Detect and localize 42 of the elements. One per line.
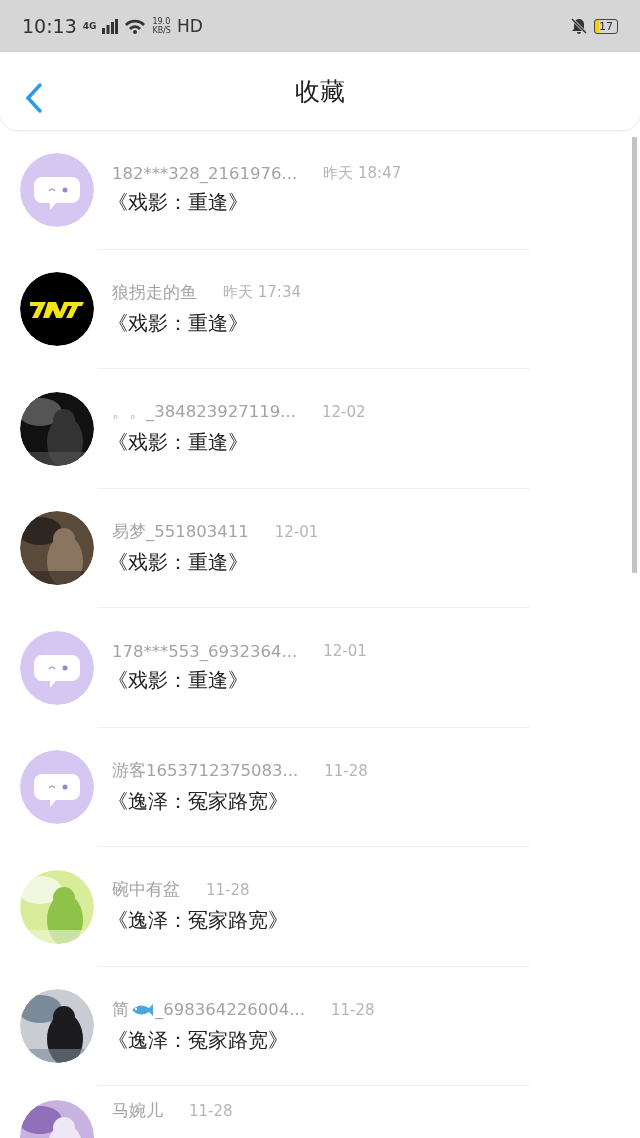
speed-value: 19.0 bbox=[152, 17, 171, 26]
user-name: 易梦_551803411 bbox=[112, 520, 249, 543]
logo-avatar-icon bbox=[20, 272, 94, 347]
avatar-icon bbox=[20, 630, 94, 705]
clock: 10:13 bbox=[22, 15, 77, 37]
user-name: 马婉儿 bbox=[112, 1100, 163, 1122]
timestamp: 12-02 bbox=[321, 403, 366, 422]
favorite-title[interactable]: 《戏影：重逢》 bbox=[108, 309, 301, 337]
avatar-icon bbox=[20, 152, 94, 227]
user-name: 。。_384823927119... bbox=[112, 401, 296, 424]
timestamp: 11-28 bbox=[330, 1000, 375, 1019]
user-name: 狼拐走的鱼 bbox=[112, 281, 197, 304]
speed-unit: KB/S bbox=[152, 26, 171, 35]
favorite-title[interactable]: 《逸泽：冤家路宽》 bbox=[108, 787, 368, 815]
timestamp: 11-28 bbox=[324, 761, 368, 780]
page-title: 收藏 bbox=[295, 75, 345, 108]
timestamp: 12-01 bbox=[323, 642, 367, 661]
user-name: 游客1653712375083... bbox=[112, 759, 299, 782]
favorite-title[interactable]: 《戏影：重逢》 bbox=[108, 188, 402, 216]
network-type: 4G bbox=[82, 21, 97, 31]
favorite-title[interactable]: 《戏影：重逢》 bbox=[108, 548, 319, 576]
back-button[interactable] bbox=[24, 82, 44, 114]
user-name: 简 _698364226004... bbox=[112, 998, 305, 1021]
favorite-title[interactable]: 《戏影：重逢》 bbox=[108, 666, 367, 694]
favorite-title[interactable]: 《逸泽：冤家路宽》 bbox=[108, 907, 288, 935]
fish-icon bbox=[130, 1002, 154, 1017]
signal-icon bbox=[102, 18, 119, 34]
timestamp: 昨天 18:47 bbox=[323, 163, 402, 183]
timestamp: 12-01 bbox=[274, 522, 319, 541]
wifi-icon bbox=[124, 18, 147, 34]
avatar-icon bbox=[20, 750, 94, 825]
timestamp: 11-28 bbox=[206, 881, 250, 900]
muted-bell-icon bbox=[570, 17, 588, 35]
favorite-title[interactable]: 《逸泽：冤家路宽》 bbox=[108, 1026, 375, 1054]
favorite-title[interactable]: 《戏影：重逢》 bbox=[108, 429, 366, 457]
hd-label: HD bbox=[176, 16, 203, 36]
timestamp: 昨天 17:34 bbox=[223, 283, 301, 303]
user-name: 碗中有盆 bbox=[112, 879, 180, 902]
user-name: 178***553_6932364... bbox=[112, 641, 298, 661]
user-name: 182***328_2161976... bbox=[112, 163, 298, 183]
battery-level: 17 bbox=[594, 18, 618, 34]
timestamp: 11-28 bbox=[189, 1102, 233, 1120]
